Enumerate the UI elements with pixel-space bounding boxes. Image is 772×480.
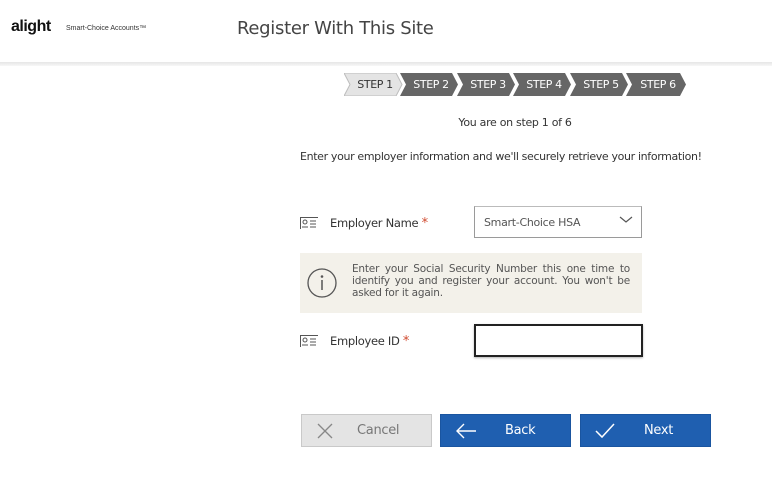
step-6: STEP 6 [626,73,688,96]
ssn-info-box: Enter your Social Security Number this o… [300,253,642,313]
step-counter: You are on step 1 of 6 [458,116,572,129]
step-2-label: STEP 2 [413,78,449,91]
arrow-left-icon [456,423,476,439]
info-icon [307,268,337,298]
id-card-icon [300,217,318,229]
header-divider [0,62,772,66]
step-1-label: STEP 1 [357,78,393,91]
step-5-label: STEP 5 [583,78,619,91]
cancel-label: Cancel [357,423,400,438]
step-4: STEP 4 [513,73,571,96]
intro-text: Enter your employer information and we'l… [300,150,702,163]
alight-logo[interactable]: alight [11,18,51,36]
id-card-icon [300,335,318,347]
step-1: STEP 1 [344,73,403,96]
back-button[interactable]: Back [440,414,571,447]
employer-name-select[interactable]: Smart-Choice HSA [474,206,642,238]
step-2: STEP 2 [400,73,458,96]
step-5: STEP 5 [570,73,628,96]
employer-name-value: Smart-Choice HSA [484,216,581,229]
back-label: Back [505,423,536,438]
logo-subtitle: Smart-Choice Accounts™ [66,25,147,32]
cancel-button[interactable]: Cancel [301,414,432,447]
next-button[interactable]: Next [580,414,711,447]
step-6-label: STEP 6 [640,78,676,91]
page-title: Register With This Site [237,18,434,39]
employee-id-text: Employee ID [330,334,400,348]
site-header: alight Smart-Choice Accounts™ Register W… [0,0,772,60]
ssn-info-text: Enter your Social Security Number this o… [352,263,630,299]
step-3: STEP 3 [457,73,515,96]
employer-name-text: Employer Name [330,216,419,230]
chevron-down-icon [619,216,633,223]
employee-id-label: Employee ID * [330,334,409,349]
close-icon [317,423,333,439]
employer-name-label: Employer Name * [330,216,428,231]
step-3-label: STEP 3 [470,78,506,91]
required-marker: * [421,216,429,231]
required-marker: * [402,334,410,349]
next-label: Next [644,423,674,438]
employee-id-input[interactable] [474,324,643,357]
step-4-label: STEP 4 [526,78,562,91]
checkmark-icon [595,423,615,439]
